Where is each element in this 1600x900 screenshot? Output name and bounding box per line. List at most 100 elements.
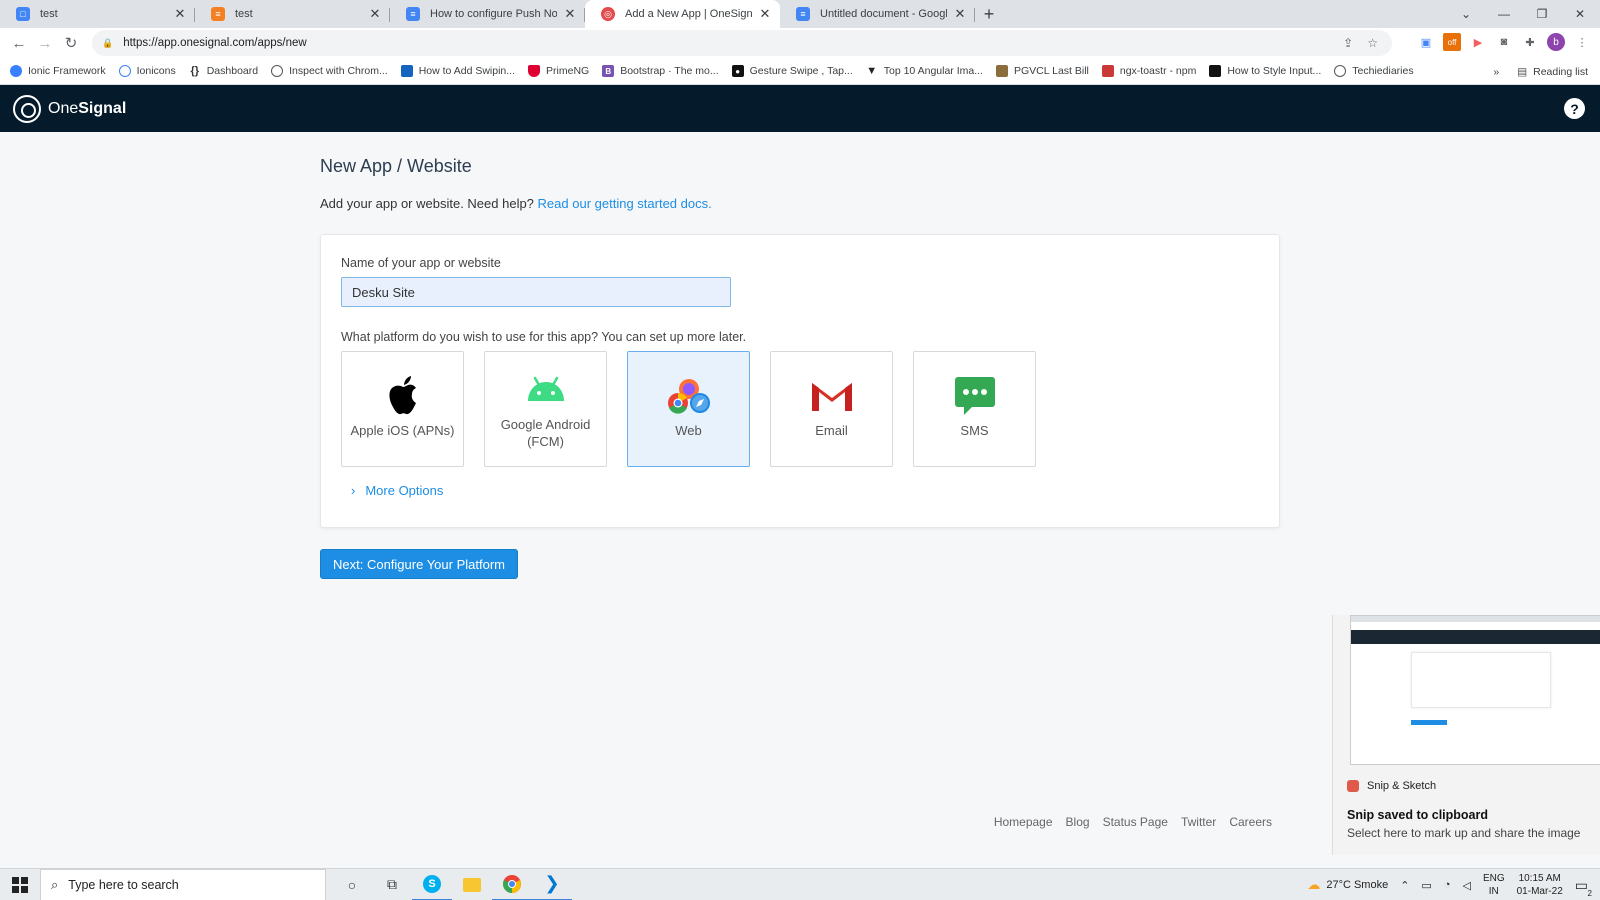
app-name-label: Name of your app or website	[341, 256, 501, 270]
reading-list-button[interactable]: Reading list	[1533, 66, 1588, 78]
reload-icon[interactable]: ↻	[58, 30, 84, 56]
bookmark-star-icon[interactable]: ☆	[1367, 36, 1378, 50]
getting-started-link[interactable]: Read our getting started docs.	[538, 196, 712, 211]
browser-tab[interactable]: ≡ Untitled document - Google Doc ✕	[780, 0, 975, 28]
browser-tab[interactable]: □ test ✕	[0, 0, 195, 28]
extensions-puzzle-icon[interactable]: ✚	[1521, 33, 1539, 51]
web-browsers-icon	[667, 374, 711, 418]
language-indicator[interactable]: ENG IN	[1483, 872, 1505, 898]
close-tab-icon[interactable]: ✕	[368, 6, 382, 22]
docs-icon: ≡	[406, 7, 420, 21]
forward-icon[interactable]: →	[32, 30, 58, 56]
profile-avatar[interactable]: b	[1547, 33, 1565, 51]
bookmark-item[interactable]: Techiediaries	[1334, 65, 1414, 77]
browser-tab[interactable]: ≡ test ✕	[195, 0, 390, 28]
file-explorer-icon[interactable]	[452, 869, 492, 900]
next-configure-platform-button[interactable]: Next: Configure Your Platform	[320, 549, 518, 579]
chrome-icon[interactable]	[492, 869, 532, 900]
weather-widget[interactable]: ☁ 27°C Smoke	[1307, 877, 1388, 893]
app-name-input[interactable]	[341, 277, 731, 307]
lock-icon[interactable]: 🔒	[102, 38, 113, 49]
platform-web[interactable]: Web	[627, 351, 750, 467]
platform-apple-ios[interactable]: Apple iOS (APNs)	[341, 351, 464, 467]
footer-link-careers[interactable]: Careers	[1229, 815, 1272, 829]
close-window-icon[interactable]: ✕	[1561, 0, 1599, 28]
close-tab-icon[interactable]: ✕	[758, 6, 772, 22]
docs-icon: ≡	[796, 7, 810, 21]
tray-chevron-icon[interactable]: ⌃	[1400, 879, 1409, 892]
more-options-toggle[interactable]: › More Options	[351, 483, 443, 498]
off-extension-icon[interactable]: off	[1443, 33, 1461, 51]
footer-link-blog[interactable]: Blog	[1066, 815, 1090, 829]
vscode-icon[interactable]: ❯	[532, 869, 572, 900]
onesignal-logo[interactable]: One Signal	[13, 94, 126, 123]
clock[interactable]: 10:15 AM 01-Mar-22	[1517, 872, 1563, 898]
close-tab-icon[interactable]: ✕	[953, 6, 967, 22]
weather-icon: ☁	[1307, 877, 1321, 892]
browser-toolbar: ← → ↻ 🔒 https://app.onesignal.com/apps/n…	[0, 28, 1600, 58]
bookmarks-overflow-icon[interactable]: »	[1493, 66, 1499, 78]
bookmark-item[interactable]: ● Gesture Swipe , Tap...	[731, 65, 853, 77]
taskbar-search-box[interactable]: ⌕ Type here to search	[40, 868, 326, 900]
footer-link-homepage[interactable]: Homepage	[994, 815, 1053, 829]
address-bar[interactable]: 🔒 https://app.onesignal.com/apps/new ⇪ ☆	[92, 30, 1392, 56]
windows-start-icon[interactable]	[0, 869, 40, 900]
browser-tab-active[interactable]: ◎ Add a New App | OneSignal ✕	[585, 0, 780, 28]
new-tab-button[interactable]: +	[975, 0, 1003, 28]
share-icon[interactable]: ⇪	[1343, 36, 1353, 50]
bookmark-item[interactable]: ▼ Top 10 Angular Ima...	[866, 65, 983, 77]
bookmark-icon	[400, 65, 413, 77]
bookmark-item[interactable]: PrimeNG	[528, 65, 589, 77]
snip-thumbnail[interactable]	[1350, 615, 1600, 765]
tab-search-icon[interactable]: ⌄	[1447, 0, 1485, 28]
bookmark-item[interactable]: Ionicons	[118, 65, 176, 77]
apple-icon	[385, 374, 421, 418]
volume-icon[interactable]: ◁	[1462, 879, 1470, 892]
bootstrap-icon: B	[602, 65, 615, 77]
task-view-icon[interactable]: ⧉	[372, 869, 412, 900]
close-tab-icon[interactable]: ✕	[563, 6, 577, 22]
footer-link-status[interactable]: Status Page	[1103, 815, 1168, 829]
snip-body: Select here to mark up and share the ima…	[1347, 826, 1581, 840]
bookmark-item[interactable]: Inspect with Chrom...	[271, 65, 388, 77]
bookmark-item[interactable]: Ionic Framework	[10, 65, 106, 77]
platform-label-text: Apple iOS (APNs)	[350, 423, 455, 438]
search-icon: ⌕	[51, 876, 59, 892]
bookmark-icon: {}	[190, 65, 199, 77]
record-extension-icon[interactable]: ▶	[1469, 33, 1487, 51]
cortana-icon[interactable]: ○	[332, 869, 372, 900]
stack-icon: ≡	[211, 7, 225, 21]
browser-tab[interactable]: ≡ How to configure Push Notificati ✕	[390, 0, 585, 28]
snip-title: Snip saved to clipboard	[1347, 808, 1488, 822]
bookmark-item[interactable]: B Bootstrap · The mo...	[602, 65, 719, 77]
bookmark-item[interactable]: PGVCL Last Bill	[995, 65, 1089, 77]
bookmark-item[interactable]: How to Add Swipin...	[400, 65, 515, 77]
footer-links: Homepage Blog Status Page Twitter Career…	[994, 815, 1272, 829]
back-icon[interactable]: ←	[6, 30, 32, 56]
tab-title: Untitled document - Google Doc	[820, 8, 947, 20]
footer-link-twitter[interactable]: Twitter	[1181, 815, 1216, 829]
platform-sms[interactable]: SMS	[913, 351, 1036, 467]
snip-app-name: Snip & Sketch	[1347, 780, 1436, 792]
snip-notification[interactable]: Snip & Sketch Snip saved to clipboard Se…	[1332, 615, 1600, 855]
onesignal-icon: ◎	[601, 7, 615, 21]
bookmark-icon	[10, 65, 22, 77]
platform-email[interactable]: Email	[770, 351, 893, 467]
help-icon[interactable]: ?	[1564, 98, 1585, 119]
close-tab-icon[interactable]: ✕	[173, 6, 187, 22]
bookmark-item[interactable]: How to Style Input...	[1209, 65, 1321, 77]
network-icon[interactable]: ◔	[1444, 879, 1451, 891]
meet-icon[interactable]: ▭	[1421, 879, 1431, 892]
platform-google-android[interactable]: Google Android (FCM)	[484, 351, 607, 467]
bookmark-item[interactable]: {} Dashboard	[189, 65, 258, 77]
snip-sketch-icon	[1347, 780, 1359, 792]
bookmark-item[interactable]: ngx-toastr - npm	[1101, 65, 1196, 77]
camera-extension-icon[interactable]: ◙	[1495, 33, 1513, 51]
bookmarks-bar: Ionic Framework Ionicons {} Dashboard Ins…	[0, 58, 1600, 85]
browser-menu-icon[interactable]: ⋮	[1573, 33, 1591, 51]
action-center-icon[interactable]: ▭ 2	[1575, 877, 1592, 898]
skype-icon[interactable]: S	[412, 869, 452, 900]
translate-extension-icon[interactable]: ▣	[1417, 33, 1435, 51]
restore-icon[interactable]: ❐	[1523, 0, 1561, 28]
minimize-icon[interactable]: —	[1485, 0, 1523, 28]
